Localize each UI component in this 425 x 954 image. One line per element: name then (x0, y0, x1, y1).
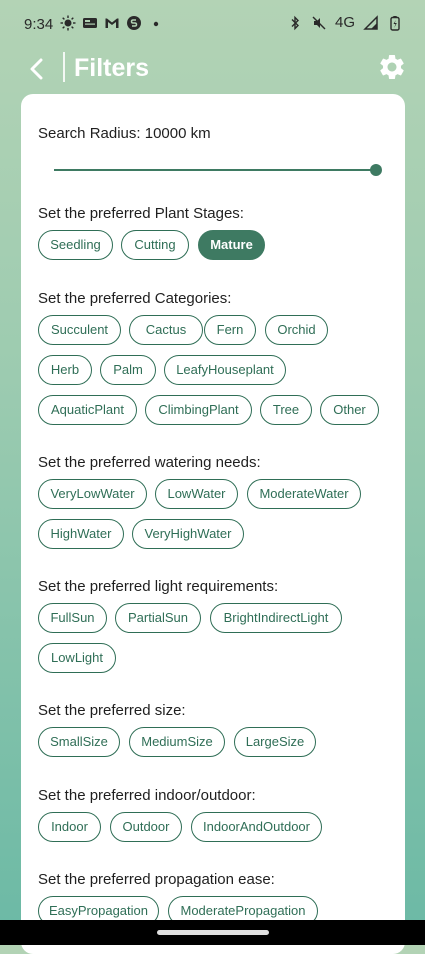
chip-partialsun[interactable]: PartialSun (115, 603, 201, 633)
chip-brightindirectlight[interactable]: BrightIndirectLight (210, 603, 342, 633)
chip-palm[interactable]: Palm (100, 355, 156, 385)
chip-herb[interactable]: Herb (38, 355, 92, 385)
dot-icon (153, 21, 159, 27)
shazam-icon (127, 16, 141, 30)
categories-title: Set the preferred Categories: (38, 290, 232, 307)
gear-icon (380, 54, 404, 79)
chip-climbingplant[interactable]: ClimbingPlant (145, 395, 252, 425)
title-divider (63, 52, 65, 82)
chip-outdoor[interactable]: Outdoor (110, 812, 182, 842)
location-title: Set the preferred indoor/outdoor: (38, 787, 256, 804)
back-arrow-icon (30, 58, 43, 80)
settings-button[interactable] (377, 52, 407, 82)
news-icon (83, 18, 97, 28)
battery-icon (390, 15, 400, 31)
chip-veryhighwater[interactable]: VeryHighWater (132, 519, 244, 549)
plant-stages-title: Set the preferred Plant Stages: (38, 205, 244, 222)
app-bar: Filters (0, 48, 425, 88)
chip-tree[interactable]: Tree (260, 395, 312, 425)
chip-fullsun[interactable]: FullSun (38, 603, 107, 633)
chip-smallsize[interactable]: SmallSize (38, 727, 120, 757)
chip-mature[interactable]: Mature (198, 230, 265, 260)
chip-cactus[interactable]: Cactus (129, 315, 203, 345)
home-gesture-handle[interactable] (157, 930, 269, 935)
navigation-bar (0, 920, 425, 945)
back-button[interactable] (22, 54, 52, 84)
chip-cutting[interactable]: Cutting (121, 230, 189, 260)
chip-moderatewater[interactable]: ModerateWater (247, 479, 361, 509)
chip-largesize[interactable]: LargeSize (234, 727, 316, 757)
network-type: 4G (334, 14, 355, 31)
chip-lowlight[interactable]: LowLight (38, 643, 116, 673)
chip-succulent[interactable]: Succulent (38, 315, 121, 345)
system-status-icons: 4G (287, 14, 403, 31)
search-radius-slider[interactable] (54, 162, 382, 178)
signal-icon (363, 14, 378, 30)
slider-track (54, 169, 376, 171)
status-time: 9:34 (24, 16, 54, 33)
chip-aquaticplant[interactable]: AquaticPlant (38, 395, 137, 425)
chip-other[interactable]: Other (320, 395, 379, 425)
weather-icon (60, 15, 76, 31)
propagation-title: Set the preferred propagation ease: (38, 871, 275, 888)
chip-indoor[interactable]: Indoor (38, 812, 101, 842)
chip-mediumsize[interactable]: MediumSize (129, 727, 225, 757)
filters-card: Search Radius: 10000 km Set the preferre… (21, 94, 405, 954)
search-radius-label: Search Radius: 10000 km (38, 125, 211, 142)
light-title: Set the preferred light requirements: (38, 578, 279, 595)
notification-icons (60, 15, 164, 31)
chip-fern[interactable]: Fern (204, 315, 256, 345)
size-title: Set the preferred size: (38, 702, 186, 719)
chip-indoorandoutdoor[interactable]: IndoorAndOutdoor (191, 812, 322, 842)
chip-orchid[interactable]: Orchid (265, 315, 328, 345)
status-bar: 9:34 4G (0, 0, 425, 48)
chip-leafyhouseplant[interactable]: LeafyHouseplant (164, 355, 286, 385)
watering-title: Set the preferred watering needs: (38, 454, 261, 471)
chip-verylowwater[interactable]: VeryLowWater (38, 479, 147, 509)
chip-seedling[interactable]: Seedling (38, 230, 113, 260)
gmail-icon (105, 18, 119, 28)
page-title: Filters (74, 54, 150, 82)
slider-thumb[interactable] (370, 164, 382, 176)
bluetooth-icon (291, 15, 299, 30)
chip-highwater[interactable]: HighWater (38, 519, 124, 549)
chip-lowwater[interactable]: LowWater (155, 479, 238, 509)
mute-icon (312, 16, 326, 29)
